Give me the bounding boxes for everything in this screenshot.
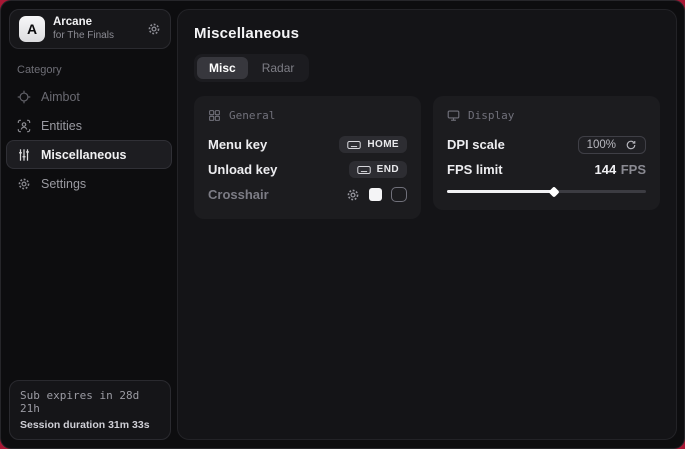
keyboard-icon [347,140,361,150]
sub-expiry-text: Sub expires in 28d 21h [20,389,160,415]
app-name: Arcane [53,16,114,30]
general-card: General Menu key HOME Unload key [194,96,421,219]
unload-key-bind-button[interactable]: END [349,161,407,178]
app-logo: A [19,16,45,42]
entities-icon [17,119,31,133]
sidebar-item-label: Entities [41,119,82,133]
tab-bar: Misc Radar [194,54,309,82]
grid-icon [208,109,221,122]
dpi-scale-value: 100% [587,139,616,151]
crosshair-settings-gear-icon[interactable] [346,188,360,202]
dpi-scale-control[interactable]: 100% [578,136,646,154]
menu-key-value: HOME [367,139,399,150]
general-card-title: General [229,109,275,122]
subscription-card: Sub expires in 28d 21h Session duration … [9,380,171,440]
sliders-icon [17,148,31,162]
crosshair-icon [17,90,31,104]
sidebar: A Arcane for The Finals Category [1,1,177,448]
session-duration-text: Session duration 31m 33s [20,419,160,431]
display-card: Display DPI scale 100% [433,96,660,210]
main-panel: Miscellaneous Misc Radar General [177,9,677,440]
sidebar-nav: Aimbot Entities [1,82,177,198]
tab-misc[interactable]: Misc [197,57,248,79]
fps-limit-row: FPS limit 144 FPS [447,158,646,181]
brand-card: A Arcane for The Finals [9,9,171,49]
dpi-scale-label: DPI scale [447,137,505,152]
sidebar-item-label: Miscellaneous [41,148,126,162]
fps-slider-fill [447,190,554,193]
gear-icon[interactable] [147,22,161,36]
menu-key-row: Menu key HOME [208,133,407,156]
brand-text: Arcane for The Finals [53,16,114,43]
fps-limit-value: 144 [595,162,617,177]
unload-key-row: Unload key END [208,158,407,181]
settings-cards: General Menu key HOME Unload key [194,96,660,219]
page-title: Miscellaneous [194,25,660,42]
app-subtitle: for The Finals [53,30,114,42]
unload-key-label: Unload key [208,162,277,177]
unload-key-value: END [377,164,399,175]
sidebar-item-label: Aimbot [41,90,80,104]
general-card-header: General [208,105,407,131]
sidebar-item-aimbot[interactable]: Aimbot [6,82,172,111]
sidebar-item-label: Settings [41,177,86,191]
fps-limit-label: FPS limit [447,162,503,177]
monitor-icon [447,109,460,122]
crosshair-toggle-checkbox[interactable] [391,187,407,202]
refresh-icon[interactable] [625,139,637,151]
crosshair-row: Crosshair [208,183,407,206]
category-label: Category [17,64,177,76]
fps-limit-slider[interactable] [447,186,646,197]
gear-icon [17,177,31,191]
keyboard-icon [357,165,371,175]
app-window: A Arcane for The Finals Category [0,0,685,449]
fps-limit-unit: FPS [621,162,646,177]
crosshair-color-swatch[interactable] [369,188,382,201]
fps-slider-thumb[interactable] [549,186,560,197]
tab-radar[interactable]: Radar [250,57,307,79]
sidebar-item-settings[interactable]: Settings [6,169,172,198]
menu-key-label: Menu key [208,137,267,152]
crosshair-controls [346,187,407,202]
display-card-title: Display [468,109,514,122]
display-card-header: Display [447,105,646,131]
dpi-scale-row: DPI scale 100% [447,133,646,156]
crosshair-label: Crosshair [208,187,269,202]
sidebar-item-miscellaneous[interactable]: Miscellaneous [6,140,172,169]
sidebar-item-entities[interactable]: Entities [6,111,172,140]
menu-key-bind-button[interactable]: HOME [339,136,407,153]
